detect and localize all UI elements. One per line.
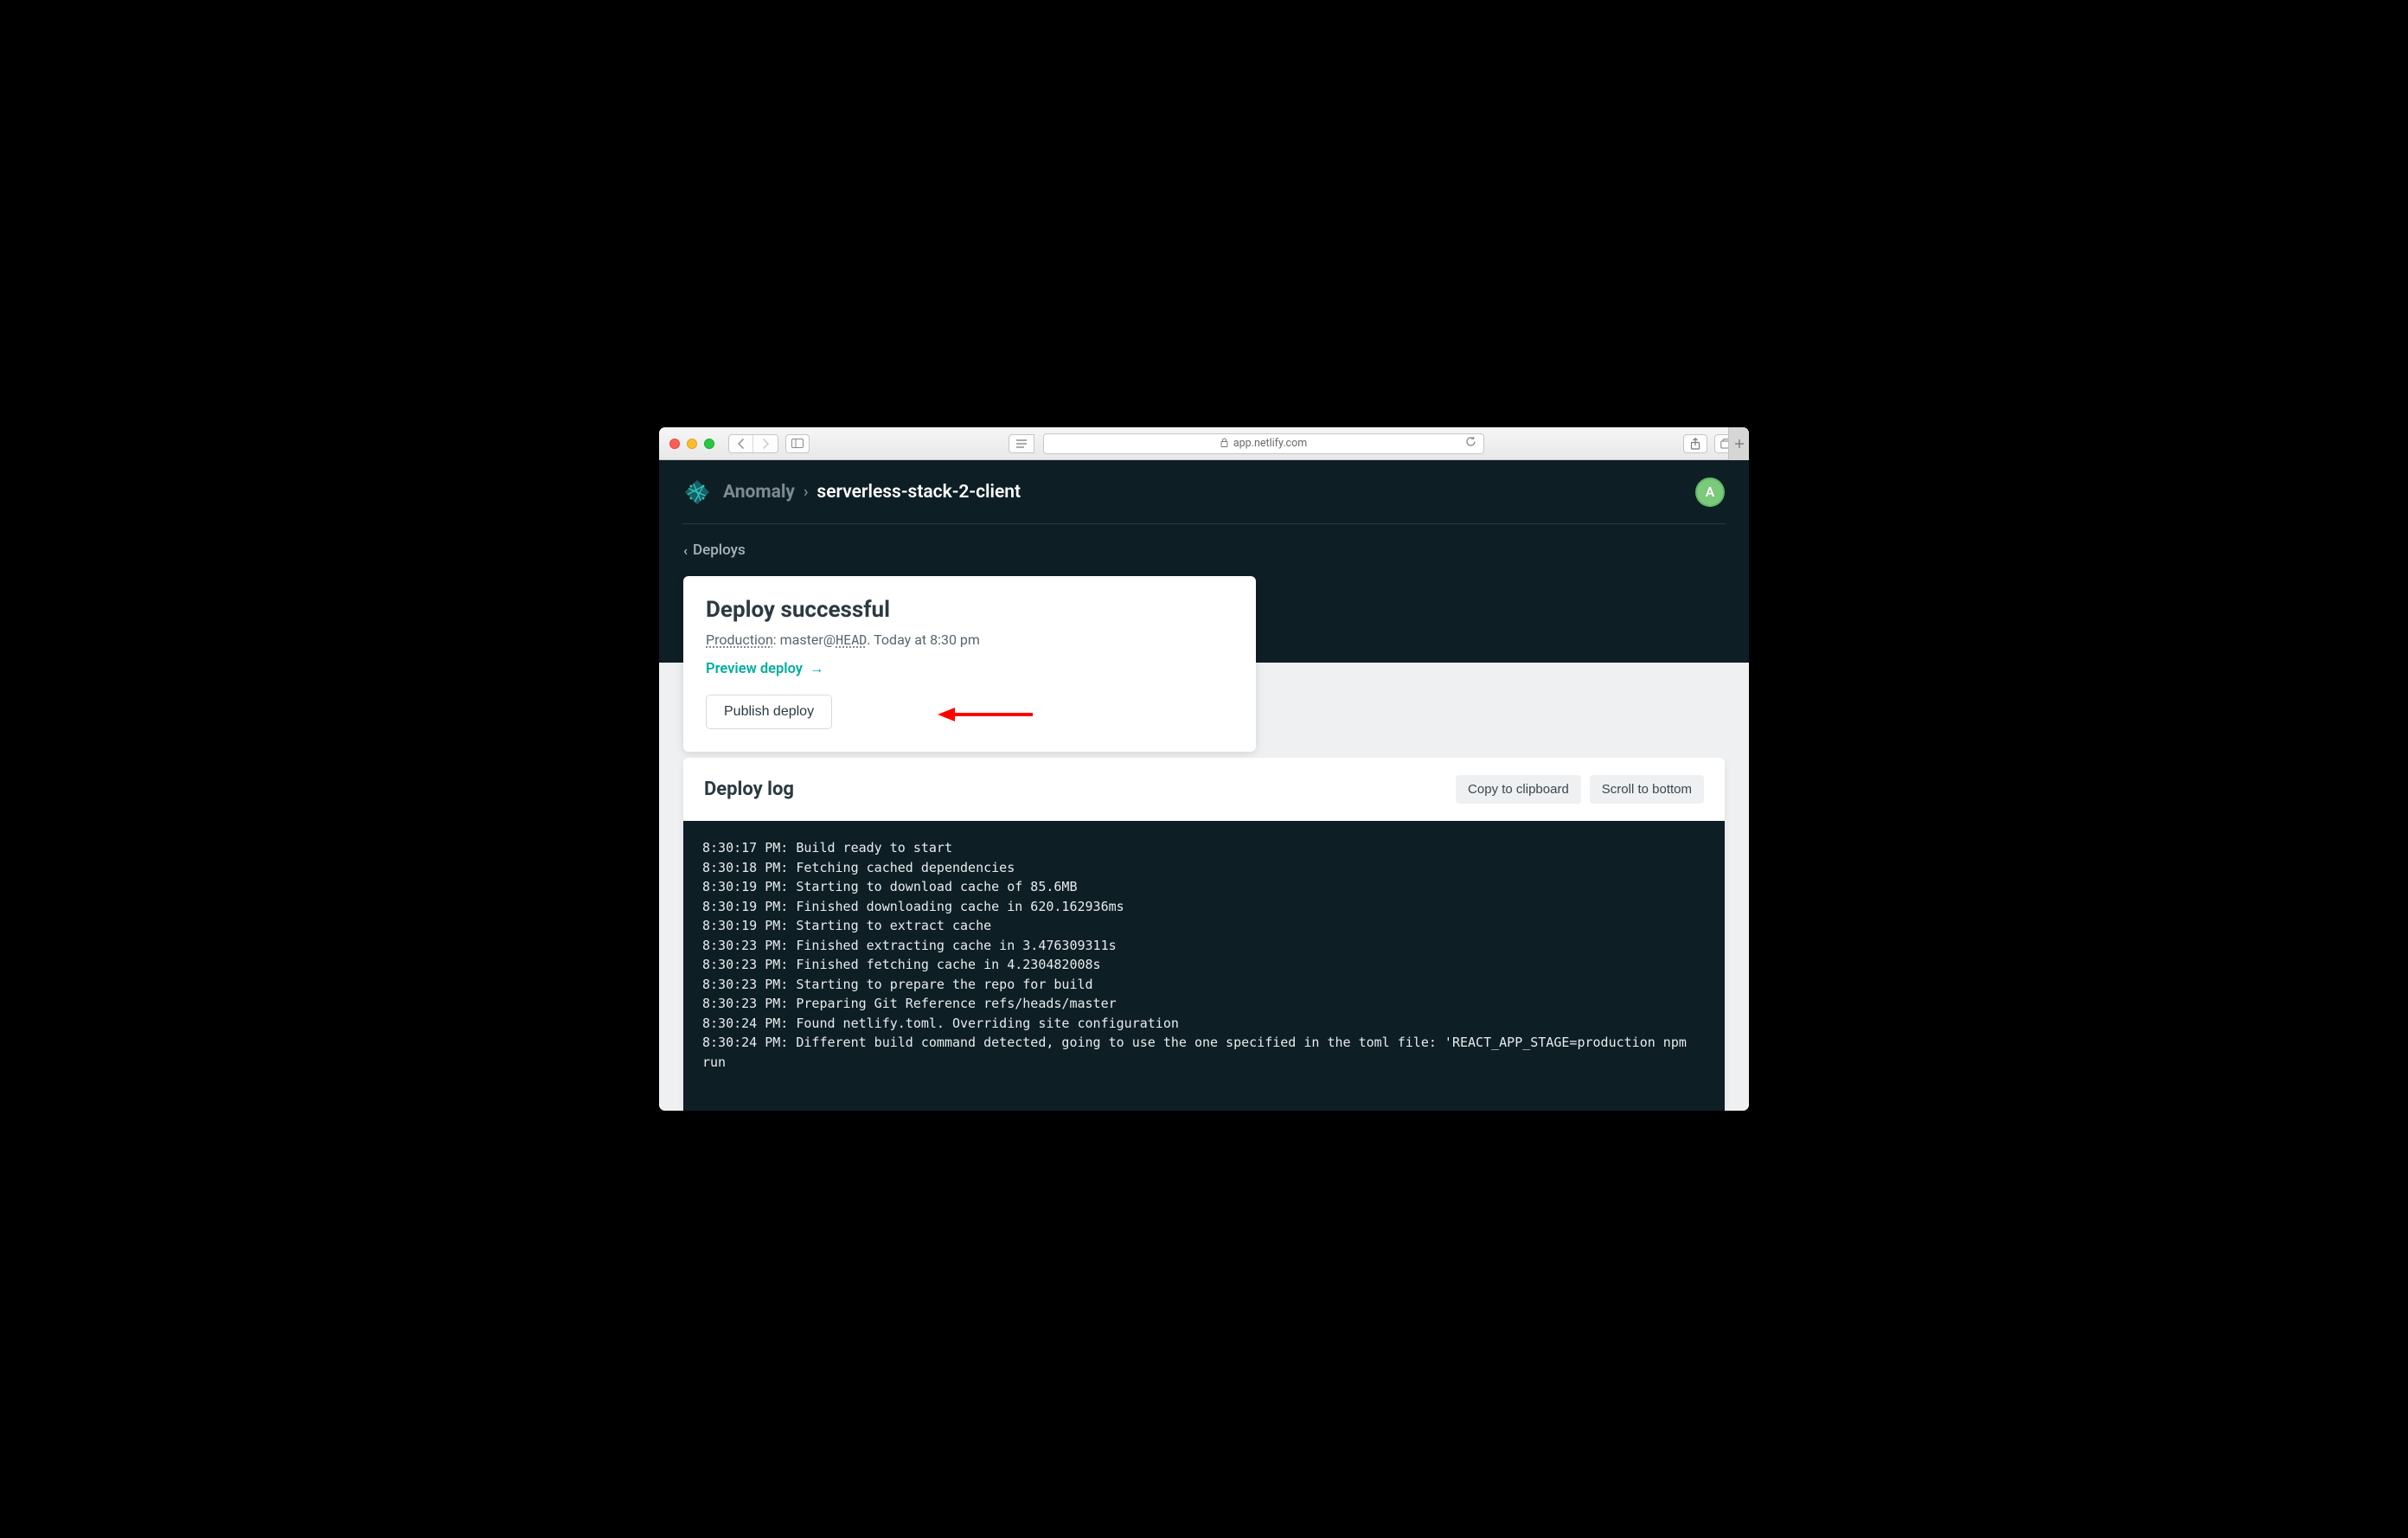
- share-button[interactable]: [1683, 434, 1707, 453]
- preview-deploy-label: Preview deploy: [706, 661, 803, 677]
- share-icon: [1690, 438, 1700, 450]
- deploy-log-header: Deploy log Copy to clipboard Scroll to b…: [683, 758, 1725, 821]
- sidebar-icon: [791, 439, 804, 448]
- avatar-letter: A: [1706, 484, 1715, 500]
- log-line: 8:30:19 PM: Finished downloading cache i…: [702, 897, 1706, 917]
- chevron-right-icon: [761, 439, 770, 449]
- log-line: 8:30:19 PM: Starting to extract cache: [702, 916, 1706, 936]
- deploy-time: Today at 8:30 pm: [874, 631, 980, 648]
- log-line: 8:30:23 PM: Starting to prepare the repo…: [702, 975, 1706, 995]
- breadcrumb-separator: ›: [804, 483, 808, 501]
- deploy-log-terminal[interactable]: 8:30:17 PM: Build ready to start8:30:18 …: [683, 821, 1725, 1111]
- reader-button[interactable]: [1009, 434, 1034, 453]
- copy-to-clipboard-button[interactable]: Copy to clipboard: [1456, 775, 1581, 804]
- page: Anomaly › serverless-stack-2-client A ‹ …: [659, 460, 1749, 1111]
- reload-button[interactable]: [1465, 436, 1476, 451]
- chevron-left-icon: [737, 439, 746, 449]
- deploy-log-actions: Copy to clipboard Scroll to bottom: [1456, 775, 1704, 804]
- log-line: 8:30:23 PM: Finished extracting cache in…: [702, 936, 1706, 956]
- forward-button[interactable]: [753, 435, 778, 452]
- plus-icon: [1734, 439, 1745, 449]
- reader-icon: [1015, 439, 1028, 448]
- back-label: Deploys: [693, 542, 746, 559]
- back-to-deploys-link[interactable]: ‹ Deploys: [683, 542, 746, 559]
- browser-toolbar: app.netlify.com: [659, 427, 1749, 460]
- deploy-log-title: Deploy log: [704, 779, 794, 800]
- address-bar[interactable]: app.netlify.com: [1043, 433, 1484, 454]
- window-controls: [669, 439, 714, 449]
- netlify-logo-icon[interactable]: [683, 478, 711, 506]
- log-line: 8:30:17 PM: Build ready to start: [702, 838, 1706, 858]
- log-line: 8:30:19 PM: Starting to download cache o…: [702, 877, 1706, 897]
- deploy-meta: Production: master@HEAD. Today at 8:30 p…: [706, 631, 1233, 648]
- log-line: 8:30:23 PM: Preparing Git Reference refs…: [702, 994, 1706, 1014]
- deploy-status-title: Deploy successful: [706, 597, 1233, 623]
- log-line: 8:30:23 PM: Finished fetching cache in 4…: [702, 955, 1706, 975]
- deploy-log-card: Deploy log Copy to clipboard Scroll to b…: [683, 758, 1725, 1111]
- deploy-log-section: Deploy log Copy to clipboard Scroll to b…: [659, 758, 1749, 1111]
- minimize-window-icon[interactable]: [687, 439, 697, 449]
- chevron-left-icon: ‹: [683, 542, 688, 559]
- breadcrumb-site[interactable]: serverless-stack-2-client: [817, 482, 1021, 503]
- scroll-to-bottom-button[interactable]: Scroll to bottom: [1590, 775, 1704, 804]
- breadcrumb: Anomaly › serverless-stack-2-client A: [683, 460, 1725, 524]
- log-line: 8:30:18 PM: Fetching cached dependencies: [702, 858, 1706, 878]
- reload-icon: [1465, 436, 1476, 447]
- avatar[interactable]: A: [1695, 477, 1725, 507]
- log-line: 8:30:24 PM: Different build command dete…: [702, 1033, 1706, 1072]
- back-button[interactable]: [729, 435, 753, 452]
- preview-deploy-link[interactable]: Preview deploy →: [706, 661, 824, 677]
- back-row: ‹ Deploys: [683, 524, 1725, 576]
- log-line: 8:30:24 PM: Found netlify.toml. Overridi…: [702, 1014, 1706, 1034]
- deploy-branch: master: [780, 631, 823, 648]
- nav-back-forward: [728, 434, 778, 453]
- address-url: app.netlify.com: [1233, 437, 1307, 450]
- annotation-arrow: [938, 704, 1033, 725]
- close-window-icon[interactable]: [669, 439, 680, 449]
- site-header: Anomaly › serverless-stack-2-client A ‹ …: [659, 460, 1749, 576]
- deploy-ref[interactable]: HEAD: [836, 632, 867, 648]
- deploy-env[interactable]: Production: [706, 631, 773, 648]
- arrow-right-icon: →: [810, 661, 824, 677]
- deploy-summary-card: Deploy successful Production: master@HEA…: [683, 576, 1256, 752]
- publish-deploy-button[interactable]: Publish deploy: [706, 695, 832, 729]
- summary-area: Deploy successful Production: master@HEA…: [659, 576, 1749, 758]
- sidebar-toggle-button[interactable]: [785, 434, 810, 453]
- zoom-window-icon[interactable]: [704, 439, 714, 449]
- lock-icon: [1220, 438, 1228, 450]
- breadcrumb-org[interactable]: Anomaly: [723, 482, 795, 503]
- browser-window: app.netlify.com Anomaly: [659, 427, 1749, 1111]
- new-tab-button[interactable]: [1728, 427, 1749, 460]
- address-area: app.netlify.com: [817, 433, 1676, 454]
